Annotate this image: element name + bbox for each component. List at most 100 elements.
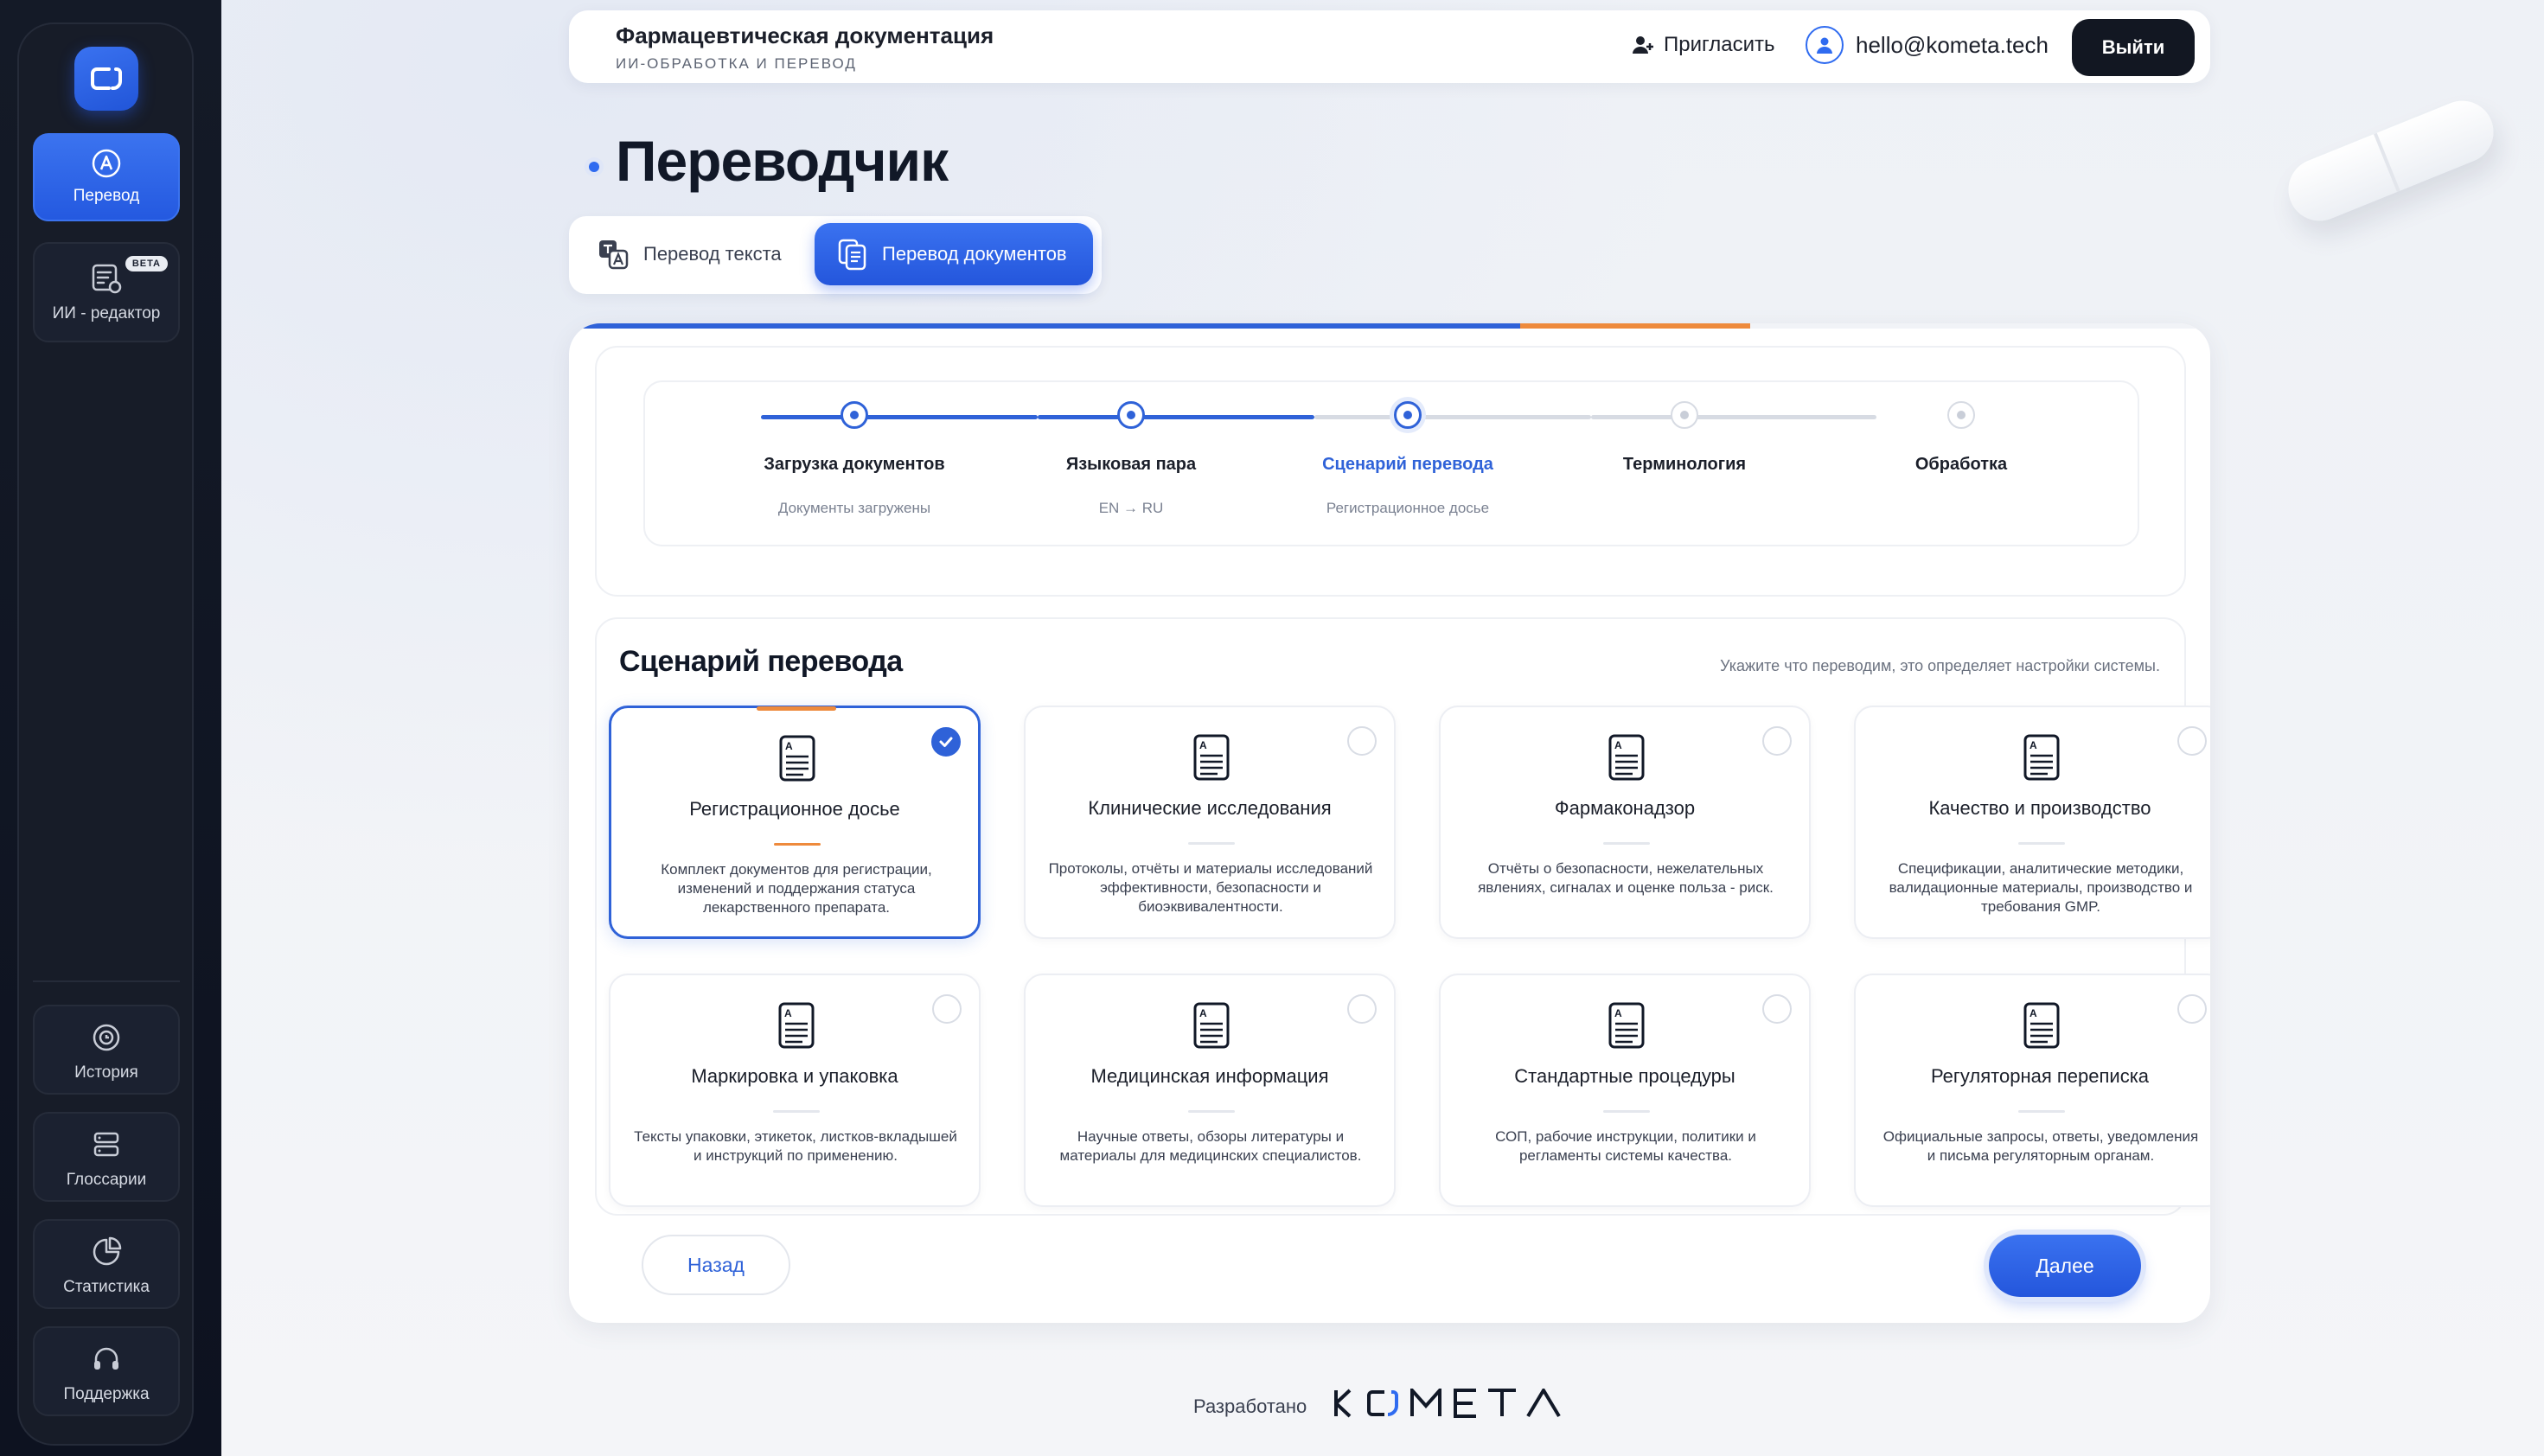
svg-text:A: A — [1614, 739, 1622, 751]
step-dot — [841, 401, 868, 429]
step-dot — [1947, 401, 1975, 429]
step-sub: Документы загружены — [777, 500, 931, 516]
scenario-option-desc: СОП, рабочие инструкции, политики и регл… — [1495, 1128, 1756, 1164]
step-dot — [1671, 401, 1698, 429]
svg-text:A: A — [1199, 739, 1207, 751]
invite-label: Пригласить — [1664, 33, 1775, 56]
user-email: hello@kometa.tech — [1856, 31, 2049, 58]
avatar — [1806, 26, 1844, 64]
tab-label: Перевод текста — [643, 243, 782, 265]
radio-button[interactable] — [1762, 726, 1792, 756]
made-by-label: Разработано — [1193, 1395, 1307, 1417]
scenario-option-title: Фармаконадзор — [1554, 797, 1696, 819]
tab-document-translation[interactable]: Перевод документов — [815, 223, 1093, 285]
sidebar-item-label: Глоссарии — [66, 1171, 147, 1189]
radio-button[interactable] — [1762, 994, 1792, 1024]
beta-badge: BETA — [125, 256, 168, 271]
app-logo[interactable] — [74, 47, 138, 111]
add-user-icon — [1633, 36, 1653, 54]
sidebar-item-history[interactable]: История — [33, 1005, 180, 1095]
scenario-option[interactable]: A Фармаконадзор Отчёты о безопасности, неж… — [1439, 706, 1811, 939]
history-icon — [93, 1024, 120, 1051]
sidebar-item-translate[interactable]: Перевод — [33, 133, 180, 221]
user-icon — [1817, 37, 1832, 54]
scenario-option-title: Клинические исследования — [1088, 797, 1332, 819]
kometa-logo[interactable] — [1333, 1385, 1566, 1427]
scenario-option[interactable]: A Качество и производство Спецификации, ан… — [1854, 706, 2210, 939]
mode-tabs: Перевод текста Перевод документов — [569, 216, 1102, 294]
scenario-hint: Укажите что переводим, это определяет на… — [1720, 657, 2160, 674]
sidebar-item-label: История — [74, 1063, 138, 1082]
radio-button[interactable] — [931, 727, 961, 757]
logout-button[interactable]: Выйти — [2072, 19, 2195, 76]
text-translate-icon — [599, 240, 629, 270]
scenario-option[interactable]: A Стандартные процедуры СОП, рабочие инстр… — [1439, 974, 1811, 1207]
step-name: Обработка — [1914, 455, 2008, 474]
scenario-option-title: Медицинская информация — [1090, 1065, 1329, 1087]
back-button[interactable]: Назад — [642, 1235, 790, 1295]
stepper-container: Загрузка документов Документы загружены … — [595, 346, 2186, 597]
stepper-line — [1038, 415, 1314, 419]
scenario-option-desc: Комплект документов для регистрации, изм… — [661, 861, 932, 916]
title-underline — [2018, 842, 2065, 845]
sidebar-item-support[interactable]: Поддержка — [33, 1326, 180, 1416]
next-button[interactable]: Далее — [1989, 1235, 2141, 1297]
selected-accent — [757, 706, 836, 711]
svg-text:A: A — [2029, 1007, 2037, 1019]
scenario-option-desc: Спецификации, аналитические методики, ва… — [1889, 860, 2193, 915]
title-underline — [1188, 1110, 1235, 1113]
footer: Разработано — [1193, 1385, 1566, 1427]
radio-button[interactable] — [2177, 994, 2207, 1024]
scenario-option[interactable]: A Клинические исследования Протоколы, отчё… — [1024, 706, 1396, 939]
top-header: Фармацевтическая документация ИИ-ОБРАБОТ… — [569, 10, 2210, 83]
support-icon — [94, 1347, 118, 1370]
step-name: Языковая пара — [1065, 455, 1197, 474]
sidebar: Перевод BETA ИИ - редактор История Глосс… — [17, 22, 194, 1446]
sidebar-item-glossary[interactable]: Глоссарии — [33, 1112, 180, 1202]
app-subtitle: ИИ-ОБРАБОТКА И ПЕРЕВОД — [616, 55, 857, 72]
document-icon: A — [1193, 1002, 1230, 1049]
tab-text-translation[interactable]: Перевод текста — [574, 223, 804, 285]
stepper-line — [1591, 415, 1876, 419]
scenario-option-title: Регуляторная переписка — [1930, 1065, 2150, 1087]
radio-button[interactable] — [2177, 726, 2207, 756]
document-icon: A — [2023, 734, 2060, 781]
document-icon: A — [1608, 734, 1645, 781]
sidebar-item-statistics[interactable]: Статистика — [33, 1219, 180, 1309]
title-underline — [774, 843, 821, 846]
radio-button[interactable] — [932, 994, 962, 1024]
title-dot-icon — [585, 157, 604, 176]
title-underline — [1188, 842, 1235, 845]
check-icon — [939, 737, 953, 747]
scenario-option[interactable]: A Регистрационное досье Комплект документо… — [609, 706, 981, 939]
user-menu[interactable]: hello@kometa.tech — [1806, 26, 2049, 64]
scenario-option[interactable]: A Маркировка и упаковка Тексты упаковки, э… — [609, 974, 981, 1207]
translation-wizard-card: Загрузка документов Документы загружены … — [569, 323, 2210, 1323]
title-underline — [1603, 842, 1650, 845]
sidebar-item-label: Статистика — [63, 1278, 150, 1296]
scenario-option[interactable]: A Регуляторная переписка Официальные запро… — [1854, 974, 2210, 1207]
svg-text:A: A — [784, 1007, 792, 1019]
sidebar-item-ai-editor[interactable]: BETA ИИ - редактор — [33, 242, 180, 342]
scenario-option-desc: Научные ответы, обзоры литературы и мате… — [1059, 1128, 1362, 1164]
scenario-option[interactable]: A Медицинская информация Научные ответы, о… — [1024, 974, 1396, 1207]
step-sub: EN → RU — [1098, 500, 1164, 516]
stepper-line — [761, 415, 1038, 419]
step-dot — [1394, 401, 1422, 429]
step-name: Загрузка документов — [764, 455, 945, 474]
radio-button[interactable] — [1347, 994, 1377, 1024]
scenario-section: Сценарий перевода Укажите что переводим,… — [595, 617, 2210, 1216]
radio-button[interactable] — [1347, 726, 1377, 756]
svg-text:A: A — [785, 740, 793, 752]
scenario-option-title: Качество и производство — [1928, 797, 2151, 819]
page-title: Переводчик — [616, 129, 949, 193]
progress-bar — [581, 323, 2198, 329]
scenario-option-desc: Тексты упаковки, этикеток, листков-вклад… — [634, 1128, 957, 1164]
document-icon: A — [1608, 1002, 1645, 1049]
progress-completed — [581, 323, 1520, 329]
sidebar-item-label: Поддержка — [63, 1385, 150, 1403]
document-icon: A — [779, 735, 815, 782]
title-underline — [2018, 1110, 2065, 1113]
invite-button[interactable]: Пригласить — [1631, 33, 1774, 57]
title-underline — [1603, 1110, 1650, 1113]
